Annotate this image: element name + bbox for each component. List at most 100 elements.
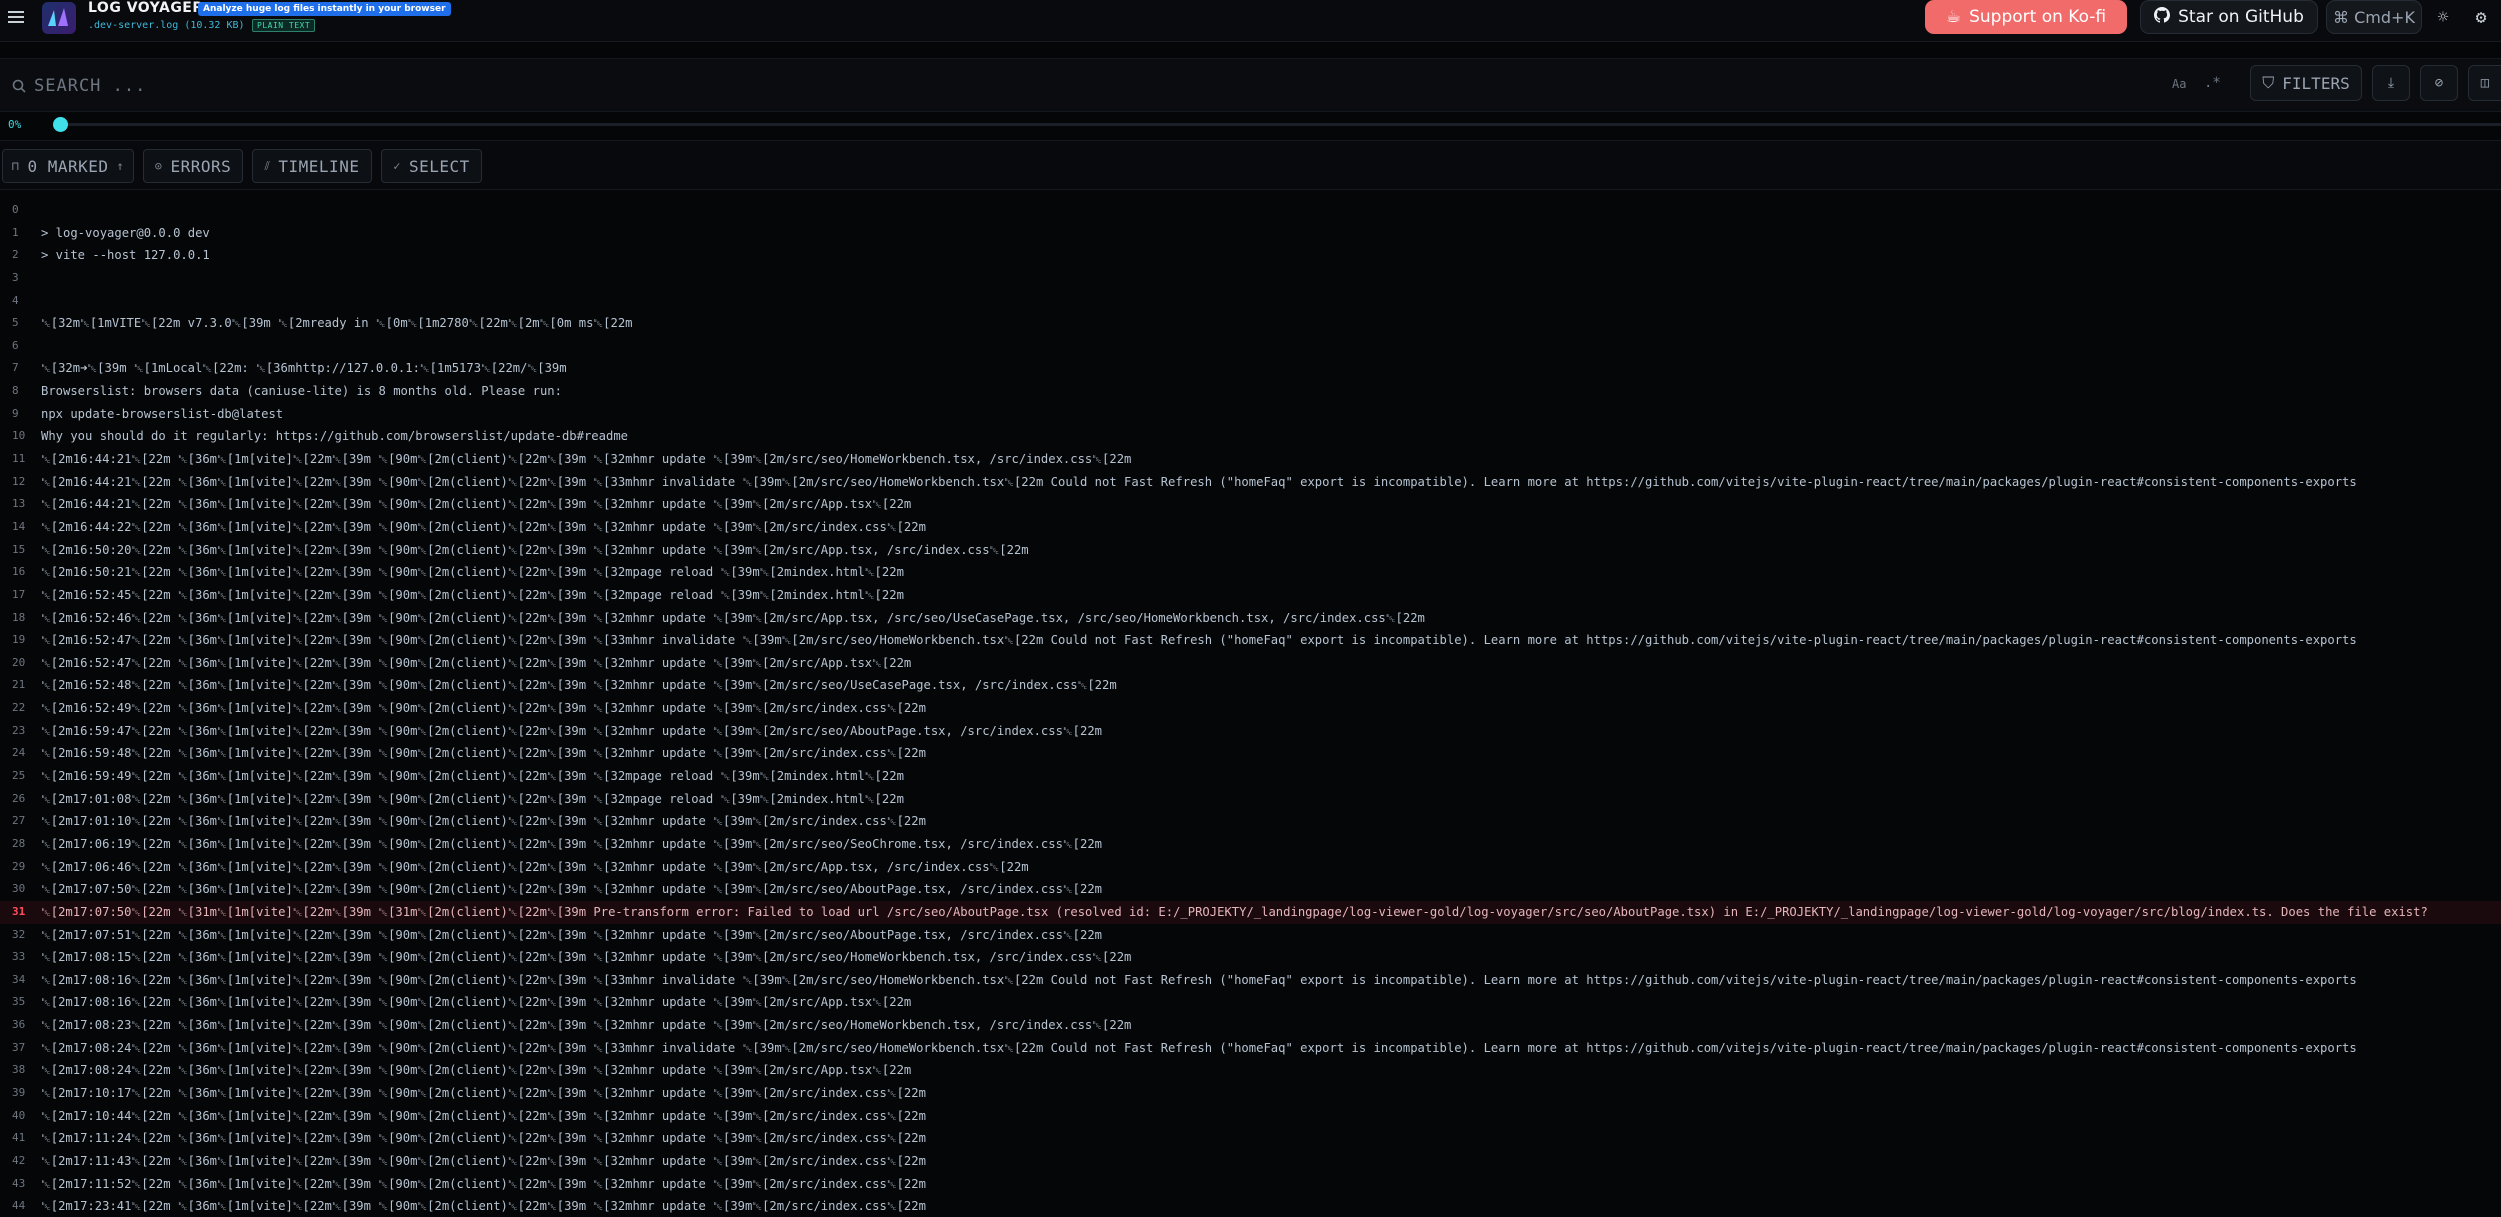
line-text: ␛[2m17:07:50␛[22m ␛[36m␛[1m[vite]␛[22m␛[… (41, 882, 1103, 897)
log-line[interactable]: 2 > vite --host 127.0.0.1 (0, 244, 2501, 267)
line-text: ␛[2m16:52:49␛[22m ␛[36m␛[1m[vite]␛[22m␛[… (41, 701, 926, 716)
log-line[interactable]: 34 ␛[2m17:08:16␛[22m ␛[36m␛[1m[vite]␛[22m… (0, 969, 2501, 992)
github-button[interactable]: Star on GitHub (2140, 0, 2318, 34)
log-line[interactable]: 36 ␛[2m17:08:23␛[22m ␛[36m␛[1m[vite]␛[22m… (0, 1014, 2501, 1037)
log-line[interactable]: 16 ␛[2m16:50:21␛[22m ␛[36m␛[1m[vite]␛[22m… (0, 561, 2501, 584)
log-line[interactable]: 6 (0, 335, 2501, 358)
marked-button-label: 0 MARKED (27, 156, 109, 176)
alert-circle-icon: ⊙ (154, 159, 163, 173)
chart-icon: ⫽ (264, 158, 271, 173)
log-line[interactable]: 22 ␛[2m16:52:49␛[22m ␛[36m␛[1m[vite]␛[22m… (0, 697, 2501, 720)
log-line[interactable]: 33 ␛[2m17:08:15␛[22m ␛[36m␛[1m[vite]␛[22m… (0, 946, 2501, 969)
log-line[interactable]: 5 ␛[32m␛[1mVITE␛[22m v7.3.0␛[39m ␛[2mrea… (0, 312, 2501, 335)
log-line[interactable]: 32 ␛[2m17:07:51␛[22m ␛[36m␛[1m[vite]␛[22m… (0, 924, 2501, 947)
match-case-toggle[interactable]: Aa (2172, 77, 2186, 91)
errors-button[interactable]: ⊙ ERRORS (143, 149, 243, 183)
line-number: 2 (12, 248, 19, 262)
menu-icon[interactable] (8, 8, 28, 24)
log-line[interactable]: 38 ␛[2m17:08:24␛[22m ␛[36m␛[1m[vite]␛[22m… (0, 1059, 2501, 1082)
gear-icon[interactable]: ⚙ (2468, 4, 2494, 30)
log-line[interactable]: 8 Browserslist: browsers data (caniuse-li… (0, 380, 2501, 403)
filters-button[interactable]: ⛉ FILTERS (2250, 65, 2362, 101)
log-line[interactable]: 19 ␛[2m16:52:47␛[22m ␛[36m␛[1m[vite]␛[22m… (0, 629, 2501, 652)
log-line-error[interactable]: 31 ␛[2m17:07:50␛[22m ␛[31m␛[1m[vite]␛[22m… (0, 900, 2501, 924)
line-number: 43 (12, 1176, 26, 1190)
log-view[interactable]: 0 1 > log-voyager@0.0.0 dev 2 > vite --host … (0, 199, 2501, 1217)
log-line[interactable]: 40 ␛[2m17:10:44␛[22m ␛[36m␛[1m[vite]␛[22m… (0, 1105, 2501, 1128)
line-text: ␛[2m17:10:17␛[22m ␛[36m␛[1m[vite]␛[22m␛[… (41, 1085, 926, 1100)
download-button[interactable]: ⤓ (2372, 65, 2410, 101)
log-line[interactable]: 42 ␛[2m17:11:43␛[22m ␛[36m␛[1m[vite]␛[22m… (0, 1150, 2501, 1173)
log-line[interactable]: 7 ␛[32m➜␛[39m ␛[1mLocal␛[22m: ␛[36mhttp:… (0, 357, 2501, 380)
progress-slider-thumb[interactable] (53, 117, 68, 132)
line-text: ␛[2m17:08:16␛[22m ␛[36m␛[1m[vite]␛[22m␛[… (41, 995, 912, 1010)
line-number: 31 (12, 904, 26, 918)
line-text: Browserslist: browsers data (caniuse-lit… (41, 384, 562, 399)
log-line[interactable]: 4 (0, 290, 2501, 313)
line-text: ␛[2m17:01:08␛[22m ␛[36m␛[1m[vite]␛[22m␛[… (41, 791, 904, 806)
log-line[interactable]: 37 ␛[2m17:08:24␛[22m ␛[36m␛[1m[vite]␛[22m… (0, 1037, 2501, 1060)
download-icon: ⤓ (2387, 75, 2395, 91)
log-line[interactable]: 9 npx update-browserslist-db@latest (0, 403, 2501, 426)
sun-icon[interactable]: ☼ (2430, 4, 2456, 30)
log-line[interactable]: 14 ␛[2m16:44:22␛[22m ␛[36m␛[1m[vite]␛[22m… (0, 516, 2501, 539)
kofi-button-label: Support on Ko-fi (1969, 7, 2107, 27)
line-number: 17 (12, 587, 26, 601)
log-line[interactable]: 25 ␛[2m16:59:49␛[22m ␛[36m␛[1m[vite]␛[22m… (0, 765, 2501, 788)
log-line[interactable]: 27 ␛[2m17:01:10␛[22m ␛[36m␛[1m[vite]␛[22m… (0, 810, 2501, 833)
log-line[interactable]: 20 ␛[2m16:52:47␛[22m ␛[36m␛[1m[vite]␛[22m… (0, 652, 2501, 675)
log-line[interactable]: 35 ␛[2m17:08:16␛[22m ␛[36m␛[1m[vite]␛[22m… (0, 991, 2501, 1014)
log-line[interactable]: 18 ␛[2m16:52:46␛[22m ␛[36m␛[1m[vite]␛[22m… (0, 607, 2501, 630)
line-text: ␛[2m17:08:23␛[22m ␛[36m␛[1m[vite]␛[22m␛[… (41, 1018, 1132, 1033)
app-title: LOG VOYAGER (88, 0, 204, 16)
github-icon (2154, 6, 2171, 28)
regex-toggle[interactable]: .* (2204, 75, 2221, 91)
line-text: ␛[2m16:52:46␛[22m ␛[36m␛[1m[vite]␛[22m␛[… (41, 610, 1425, 625)
hide-button[interactable]: ⊘ (2420, 65, 2458, 101)
log-line[interactable]: 39 ␛[2m17:10:17␛[22m ␛[36m␛[1m[vite]␛[22m… (0, 1082, 2501, 1105)
eye-off-icon: ⊘ (2434, 75, 2444, 91)
log-line[interactable]: 1 > log-voyager@0.0.0 dev (0, 222, 2501, 245)
log-line[interactable]: 23 ␛[2m16:59:47␛[22m ␛[36m␛[1m[vite]␛[22m… (0, 720, 2501, 743)
file-type-badge: PLAIN TEXT (252, 19, 316, 32)
log-line[interactable]: 11 ␛[2m16:44:21␛[22m ␛[36m␛[1m[vite]␛[22m… (0, 448, 2501, 471)
log-line[interactable]: 3 (0, 267, 2501, 290)
select-button[interactable]: ✓ SELECT (381, 149, 482, 183)
progress-track[interactable] (60, 123, 2501, 126)
log-line[interactable]: 24 ␛[2m16:59:48␛[22m ␛[36m␛[1m[vite]␛[22m… (0, 742, 2501, 765)
log-line[interactable]: 30 ␛[2m17:07:50␛[22m ␛[36m␛[1m[vite]␛[22m… (0, 878, 2501, 901)
line-text: ␛[2m16:59:47␛[22m ␛[36m␛[1m[vite]␛[22m␛[… (41, 723, 1103, 738)
log-line[interactable]: 41 ␛[2m17:11:24␛[22m ␛[36m␛[1m[vite]␛[22m… (0, 1127, 2501, 1150)
line-text: ␛[2m16:52:47␛[22m ␛[36m␛[1m[vite]␛[22m␛[… (41, 655, 912, 670)
line-number: 24 (12, 746, 26, 760)
log-line[interactable]: 10 Why you should do it regularly: https… (0, 425, 2501, 448)
log-line[interactable]: 44 ␛[2m17:23:41␛[22m ␛[36m␛[1m[vite]␛[22m… (0, 1195, 2501, 1217)
line-text: ␛[2m17:10:44␛[22m ␛[36m␛[1m[vite]␛[22m␛[… (41, 1108, 926, 1123)
log-line[interactable]: 29 ␛[2m17:06:46␛[22m ␛[36m␛[1m[vite]␛[22m… (0, 856, 2501, 879)
log-line[interactable]: 21 ␛[2m16:52:48␛[22m ␛[36m␛[1m[vite]␛[22m… (0, 674, 2501, 697)
command-palette-button[interactable]: ⌘ Cmd+K (2326, 0, 2422, 34)
line-number: 41 (12, 1131, 26, 1145)
search-input[interactable] (34, 69, 2154, 103)
log-line[interactable]: 26 ␛[2m17:01:08␛[22m ␛[36m␛[1m[vite]␛[22m… (0, 788, 2501, 811)
marked-button[interactable]: ⊓ 0 MARKED ↑ (2, 149, 134, 183)
log-line[interactable]: 17 ␛[2m16:52:45␛[22m ␛[36m␛[1m[vite]␛[22m… (0, 584, 2501, 607)
line-number: 26 (12, 791, 26, 805)
sidebar-toggle-button[interactable]: ◫ (2468, 65, 2501, 101)
app-logo (42, 2, 76, 34)
timeline-button[interactable]: ⫽ TIMELINE (252, 149, 372, 183)
line-number: 44 (12, 1199, 26, 1213)
log-line[interactable]: 43 ␛[2m17:11:52␛[22m ␛[36m␛[1m[vite]␛[22m… (0, 1173, 2501, 1196)
line-text: ␛[2m17:08:15␛[22m ␛[36m␛[1m[vite]␛[22m␛[… (41, 950, 1132, 965)
line-number: 16 (12, 565, 26, 579)
line-text: > vite --host 127.0.0.1 (41, 248, 210, 263)
log-line[interactable]: 13 ␛[2m16:44:21␛[22m ␛[36m␛[1m[vite]␛[22m… (0, 493, 2501, 516)
bookmark-icon: ⊓ (11, 159, 20, 173)
log-line[interactable]: 0 (0, 199, 2501, 222)
log-line[interactable]: 12 ␛[2m16:44:21␛[22m ␛[36m␛[1m[vite]␛[22m… (0, 471, 2501, 494)
kofi-button[interactable]: ☕ Support on Ko-fi (1925, 0, 2127, 34)
line-text: ␛[2m17:08:24␛[22m ␛[36m␛[1m[vite]␛[22m␛[… (41, 1063, 912, 1078)
log-line[interactable]: 15 ␛[2m16:50:20␛[22m ␛[36m␛[1m[vite]␛[22m… (0, 539, 2501, 562)
line-text: ␛[2m16:59:49␛[22m ␛[36m␛[1m[vite]␛[22m␛[… (41, 769, 904, 784)
log-line[interactable]: 28 ␛[2m17:06:19␛[22m ␛[36m␛[1m[vite]␛[22m… (0, 833, 2501, 856)
